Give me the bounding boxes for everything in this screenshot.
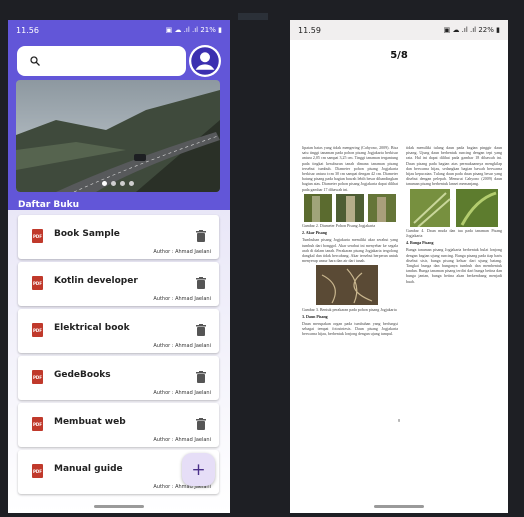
document-paragraph: lipatan batas yang tidak mengering (Cahy… xyxy=(302,145,398,192)
pdf-icon: PDF xyxy=(32,464,43,478)
book-title: Book Sample xyxy=(54,229,120,239)
profile-button[interactable] xyxy=(189,45,221,77)
carousel-dots xyxy=(16,181,220,186)
section-heading: 4. Bunga Pisang xyxy=(406,240,434,246)
carousel-dot[interactable] xyxy=(120,181,125,186)
document-paragraph: Tumbuhan pisang Jogjakarta memiliki akar… xyxy=(302,237,398,264)
figure-caption: Gambar 3. Bentuk perakaran pada pohon pi… xyxy=(302,306,397,312)
status-icons: ▣ ☁ .ıl .ıl 21% ▮ xyxy=(165,26,222,34)
plus-icon: + xyxy=(191,459,206,480)
delete-icon[interactable] xyxy=(196,371,206,383)
search-bar[interactable] xyxy=(17,46,186,76)
figure-caption: Gambar 2. Diameter Pohon Pisang Jogjakar… xyxy=(302,223,376,229)
book-title: Manual guide xyxy=(54,464,123,474)
pdf-icon: PDF xyxy=(32,323,43,337)
carousel-dot[interactable] xyxy=(102,181,107,186)
section-heading: 3. Daun Pisang xyxy=(302,313,328,319)
road-landscape-image xyxy=(16,80,220,192)
delete-icon[interactable] xyxy=(196,230,206,242)
carousel-dot[interactable] xyxy=(129,181,134,186)
pdf-icon: PDF xyxy=(32,370,43,384)
figure-caption: Gambar 4. Daun muda dan tua pada tanaman… xyxy=(406,227,502,239)
pdf-viewer-screen: 11.59 ▣ ☁ .ıl .ıl 22% ▮ 5/8 lipatan bata… xyxy=(290,20,508,513)
document-column-right: tidak memiliki tulang daun pada bagian p… xyxy=(406,145,502,286)
status-time: 11.59 xyxy=(298,25,321,35)
document-paragraph: Daun merupakan organ pada tumbuhan yang … xyxy=(302,321,398,337)
book-author: Author : Ahmad Jaelani xyxy=(153,296,211,302)
pdf-icon: PDF xyxy=(32,276,43,290)
section-title: Daftar Buku xyxy=(18,200,80,210)
book-card[interactable]: PDF GedeBooks Author : Ahmad Jaelani xyxy=(18,356,219,400)
pdf-icon: PDF xyxy=(32,417,43,431)
banana-leaf-photos xyxy=(410,188,498,228)
section-heading: 2. Akar Pisang xyxy=(302,230,327,236)
page-indicator: 5/8 xyxy=(390,50,408,61)
book-title: GedeBooks xyxy=(54,370,111,380)
book-list-screen: 11.56 ▣ ☁ .ıl .ıl 21% ▮ Daftar Buku PDF … xyxy=(8,20,230,513)
book-author: Author : Ahmad Jaelani xyxy=(153,249,211,255)
delete-icon[interactable] xyxy=(196,277,206,289)
status-icons: ▣ ☁ .ıl .ıl 22% ▮ xyxy=(443,26,500,34)
book-title: Elektrical book xyxy=(54,323,130,333)
book-author: Author : Ahmad Jaelani xyxy=(153,437,211,443)
book-author: Author : Ahmad Jaelani xyxy=(153,343,211,349)
banana-tree-trunk-photos xyxy=(304,193,396,222)
status-bar: 11.56 ▣ ☁ .ıl .ıl 21% ▮ xyxy=(8,20,230,40)
status-bar: 11.59 ▣ ☁ .ıl .ıl 22% ▮ xyxy=(290,20,508,40)
search-icon xyxy=(30,56,40,66)
banana-root-photos xyxy=(316,265,378,306)
background-window-strip xyxy=(238,13,268,20)
status-time: 11.56 xyxy=(16,25,39,35)
book-card[interactable]: PDF Membuat web Author : Ahmad Jaelani xyxy=(18,403,219,447)
document-page-number: 8 xyxy=(398,418,400,423)
book-card[interactable]: PDF Kotlin developer Author : Ahmad Jael… xyxy=(18,262,219,306)
book-card[interactable]: PDF Book Sample Author : Ahmad Jaelani xyxy=(18,215,219,259)
book-card[interactable]: PDF Elektrical book Author : Ahmad Jaela… xyxy=(18,309,219,353)
carousel-banner[interactable] xyxy=(16,80,220,192)
document-column-left: lipatan batas yang tidak mengering (Cahy… xyxy=(302,145,398,339)
delete-icon[interactable] xyxy=(196,418,206,430)
book-author: Author : Ahmad Jaelani xyxy=(153,390,211,396)
book-title: Membuat web xyxy=(54,417,126,427)
pdf-icon: PDF xyxy=(32,229,43,243)
document-paragraph: tidak memiliki tulang daun pada bagian p… xyxy=(406,145,502,187)
document-paragraph: Bunga tanaman pisang Jogjakarta berbentu… xyxy=(406,247,502,284)
carousel-dot[interactable] xyxy=(111,181,116,186)
add-book-button[interactable]: + xyxy=(182,453,215,486)
account-circle-icon xyxy=(191,47,219,75)
gesture-bar[interactable] xyxy=(94,505,144,508)
delete-icon[interactable] xyxy=(196,324,206,336)
search-input[interactable] xyxy=(49,56,179,66)
book-title: Kotlin developer xyxy=(54,276,138,286)
gesture-bar[interactable] xyxy=(374,505,424,508)
